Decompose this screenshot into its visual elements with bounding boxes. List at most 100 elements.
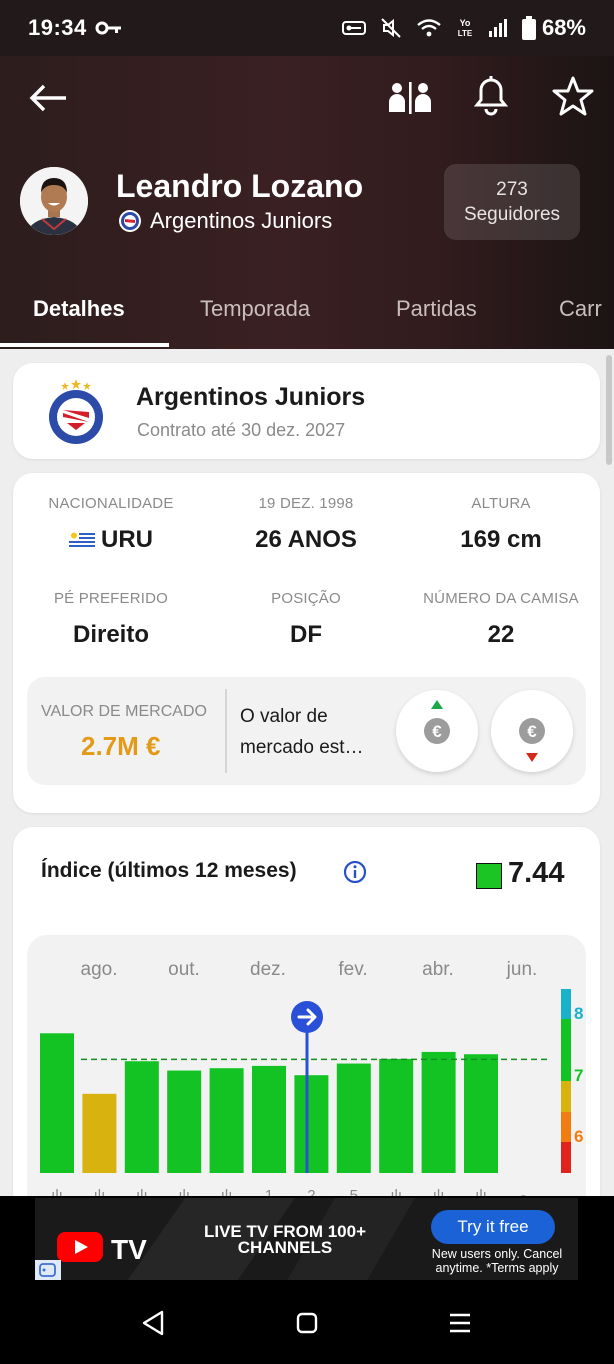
detail-label: NACIONALIDADE — [48, 495, 174, 512]
ad-banner[interactable]: TV LIVE TV FROM 100+ CHANNELS Try it fre… — [33, 1196, 580, 1282]
svg-text:€: € — [527, 722, 537, 741]
bottom-label: 2 — [307, 1187, 315, 1196]
tab-temporada[interactable]: Temporada — [200, 286, 310, 349]
market-description-line: mercado est… — [240, 737, 364, 758]
ad-cta-button[interactable]: Try it free — [431, 1210, 555, 1244]
system-nav-bar — [0, 1282, 614, 1364]
x-tick-label: out. — [168, 959, 200, 980]
player-club[interactable]: Argentinos Juniors — [118, 208, 332, 234]
x-tick-label: abr. — [422, 959, 454, 980]
detail-value: URU — [101, 526, 153, 553]
scrollbar[interactable] — [606, 355, 612, 465]
battery-percent: 68% — [541, 15, 586, 40]
chart-bar — [82, 1093, 117, 1173]
battery-icon — [521, 16, 536, 40]
scale-label: 6 — [574, 1127, 583, 1146]
contract-text: Contrato até 30 dez. 2027 — [137, 420, 346, 440]
bottom-label: ılı — [433, 1187, 445, 1196]
menu-lines-icon[interactable] — [443, 1306, 477, 1340]
bottom-label: - — [521, 1187, 526, 1196]
followers-button[interactable]: 273 Seguidores — [444, 164, 580, 240]
scale-label: 8 — [574, 1004, 583, 1023]
market-value-down-button[interactable]: € — [491, 690, 573, 772]
market-value: 2.7M € — [81, 731, 161, 761]
bell-icon[interactable] — [470, 74, 512, 118]
market-value-label: VALOR DE MERCADO — [41, 703, 207, 720]
detail-label: NÚMERO DA CAMISA — [423, 590, 579, 607]
detail-value: 22 — [487, 621, 515, 648]
bottom-label: ılı — [178, 1187, 190, 1196]
compare-icon[interactable] — [386, 78, 434, 118]
tab-detalhes[interactable]: Detalhes — [33, 286, 125, 349]
scale-segment — [561, 1019, 571, 1081]
home-square-icon[interactable] — [290, 1306, 324, 1340]
detail-position: POSIÇÃO DF — [208, 590, 404, 649]
bottom-label: ılı — [475, 1187, 487, 1196]
detail-preferred-foot: PÉ PREFERIDO Direito — [13, 590, 209, 649]
detail-label: PÉ PREFERIDO — [53, 590, 169, 607]
market-value-panel[interactable]: VALOR DE MERCADO 2.7M € O valor de merca… — [27, 677, 586, 785]
back-triangle-icon[interactable] — [136, 1306, 170, 1340]
divider — [225, 689, 227, 773]
details-content[interactable]: Argentinos Juniors Contrato até 30 dez. … — [0, 349, 614, 1196]
volte-icon: Yo LTE — [458, 18, 473, 38]
back-arrow-icon[interactable] — [26, 78, 70, 118]
status-bar: 19:34 Yo LTE 68% — [0, 0, 614, 56]
bottom-label: ılı — [51, 1187, 63, 1196]
player-avatar — [20, 167, 88, 235]
ad-brand-text: TV — [111, 1234, 147, 1262]
scale-segment — [561, 1142, 571, 1173]
key-icon — [95, 21, 121, 35]
detail-value: 169 cm — [460, 526, 542, 553]
followers-label: Seguidores — [463, 204, 561, 225]
index-chart[interactable]: ago. out. dez. fev. abr. jun. 8 7 6 ılı ılı ılı ılı ı… — [27, 935, 586, 1196]
detail-birthdate: 19 DEZ. 1998 26 ANOS — [208, 495, 404, 554]
adchoices-icon[interactable] — [35, 1260, 61, 1280]
club-crest-icon — [49, 379, 103, 444]
uruguay-flag-icon — [69, 531, 95, 549]
bottom-label: ılı — [94, 1187, 106, 1196]
detail-value: 26 ANOS — [255, 526, 357, 553]
wifi-icon — [417, 19, 441, 37]
svg-text:LTE: LTE — [458, 29, 473, 38]
svg-text:Yo: Yo — [460, 18, 471, 28]
detail-value: Direito — [72, 621, 149, 648]
scale-segment — [561, 1112, 571, 1142]
chart-bar — [252, 1065, 286, 1173]
market-value-up-button[interactable]: € — [396, 690, 478, 772]
player-name: Leandro Lozano — [116, 168, 364, 204]
euro-down-icon: € — [519, 718, 545, 762]
bottom-label: 1 — [265, 1187, 273, 1196]
chart-bar — [294, 1075, 329, 1173]
chart-bar — [464, 1054, 498, 1173]
svg-text:€: € — [432, 722, 442, 741]
x-tick-label: ago. — [81, 959, 118, 980]
signal-icon — [488, 19, 507, 37]
chart-bar — [336, 1063, 371, 1173]
scale-segment — [561, 989, 571, 1019]
vpn-key-icon — [341, 21, 366, 35]
x-tick-label: fev. — [338, 959, 367, 980]
index-card: Índice (últimos 12 meses) 7.44 ago. out. d… — [13, 827, 600, 1196]
info-icon[interactable] — [343, 860, 367, 884]
player-club-name: Argentinos Juniors — [150, 208, 333, 233]
tab-carreira[interactable]: Carr — [559, 286, 602, 349]
player-details-card: NACIONALIDADE URU 19 DEZ. 1998 26 ANOS A… — [13, 473, 600, 813]
chart-bar — [167, 1070, 202, 1173]
index-title: Índice (últimos 12 meses) — [41, 859, 297, 882]
club-card[interactable]: Argentinos Juniors Contrato até 30 dez. … — [13, 363, 600, 459]
tab-partidas[interactable]: Partidas — [396, 286, 477, 349]
detail-shirt-number: NÚMERO DA CAMISA 22 — [403, 590, 599, 649]
bottom-label: 5 — [350, 1187, 358, 1196]
status-time: 19:34 — [28, 15, 87, 40]
market-description: O valor de mercado est… — [240, 701, 390, 763]
bottom-label: ılı — [221, 1187, 233, 1196]
star-icon[interactable] — [552, 74, 594, 118]
tab-bar: Detalhes Temporada Partidas Carr — [0, 286, 614, 349]
detail-value: DF — [290, 621, 322, 648]
detail-label: POSIÇÃO — [271, 590, 341, 607]
detail-label: ALTURA — [471, 495, 531, 512]
chart-bar — [124, 1061, 159, 1173]
bottom-label: ılı — [390, 1187, 402, 1196]
scale-label: 7 — [574, 1066, 583, 1085]
